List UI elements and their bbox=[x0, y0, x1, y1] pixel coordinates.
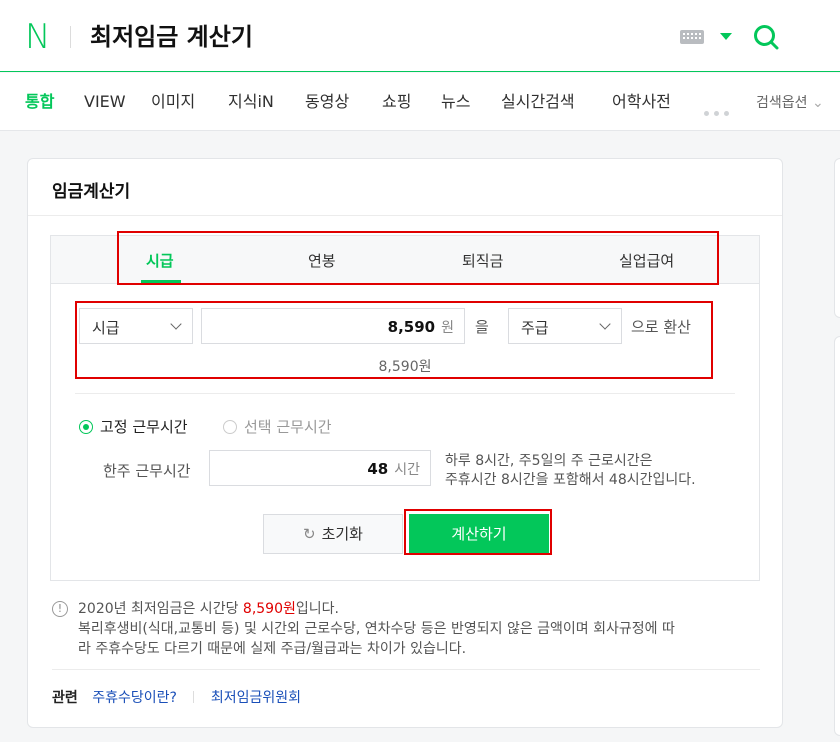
active-tab-indicator bbox=[141, 280, 181, 283]
weekly-hours-description: 하루 8시간, 주5일의 주 근로시간은 주휴시간 8시간을 포함해서 48시간… bbox=[445, 452, 696, 490]
radio-unchecked-icon bbox=[223, 420, 237, 434]
tab-annual[interactable]: 연봉 bbox=[308, 250, 336, 271]
tab-hourly[interactable]: 시급 bbox=[146, 250, 174, 271]
calculator-box: 시급 연봉 퇴직금 실업급여 시급 8,590 원 을 주급 으로 환산 8,59… bbox=[50, 235, 760, 581]
info-icon: ! bbox=[52, 601, 68, 617]
search-query-text[interactable]: 최저임금 계산기 bbox=[90, 20, 253, 54]
nav-tab-realtime[interactable]: 실시간검색 bbox=[501, 91, 575, 113]
link-minimum-wage-commission[interactable]: 최저임금위원회 bbox=[211, 690, 301, 706]
card-title: 임금계산기 bbox=[52, 182, 131, 202]
amount-value: 8,590 bbox=[387, 318, 436, 336]
chevron-down-icon: ⌄ bbox=[811, 95, 824, 111]
notice-wage-highlight: 8,590원 bbox=[242, 601, 296, 617]
from-unit-value: 시급 bbox=[92, 319, 120, 337]
weekly-hours-value: 48 bbox=[367, 460, 389, 478]
nav-tab-view[interactable]: VIEW bbox=[84, 91, 126, 113]
to-unit-select[interactable]: 주급 bbox=[508, 308, 622, 344]
hours-unit: 시간 bbox=[394, 462, 420, 478]
logo-divider bbox=[70, 26, 71, 48]
divider bbox=[28, 215, 782, 216]
notice-prefix: 2020년 최저임금은 시간당 bbox=[78, 601, 243, 617]
header: N 최저임금 계산기 bbox=[0, 0, 840, 72]
keyboard-icon[interactable] bbox=[680, 30, 704, 44]
description-line-2: 주휴시간 8시간을 포함해서 48시간입니다. bbox=[445, 472, 696, 488]
weekly-hours-input[interactable]: 48 시간 bbox=[209, 450, 431, 486]
convert-suffix-label: 으로 환산 bbox=[631, 318, 691, 336]
reset-label: 초기화 bbox=[321, 525, 363, 543]
nav-tab-kin[interactable]: 지식iN bbox=[228, 91, 274, 113]
nav-tab-news[interactable]: 뉴스 bbox=[441, 91, 470, 113]
calculator-tabs: 시급 연봉 퇴직금 실업급여 bbox=[51, 236, 759, 284]
to-unit-value: 주급 bbox=[521, 319, 549, 337]
notice-line-2: 복리후생비(식대,교통비 등) 및 시간외 근로수당, 연차수당 등은 반영되지… bbox=[78, 621, 675, 637]
particle-label: 을 bbox=[475, 318, 489, 336]
weekly-hours-label: 한주 근무시간 bbox=[103, 462, 191, 480]
tab-unemployment[interactable]: 실업급여 bbox=[619, 250, 674, 271]
link-separator bbox=[193, 691, 195, 703]
related-links: 관련 주휴수당이란? 최저임금위원회 bbox=[52, 687, 301, 707]
search-tabs-nav: 통합 VIEW 이미지 지식iN 동영상 쇼핑 뉴스 실시간검색 어학사전 검색… bbox=[0, 73, 840, 131]
radio-select-label: 선택 근무시간 bbox=[244, 418, 332, 436]
notice-line-3: 라 주휴수당도 다르기 때문에 실제 주급/월급과는 차이가 있습니다. bbox=[78, 641, 467, 657]
conversion-result: 8,590원 bbox=[378, 359, 432, 375]
search-option-button[interactable]: 검색옵션 ⌄ bbox=[756, 93, 824, 113]
radio-fixed-label: 고정 근무시간 bbox=[100, 418, 188, 436]
reset-button[interactable]: ↻ 초기화 bbox=[263, 514, 403, 554]
nav-tab-image[interactable]: 이미지 bbox=[151, 91, 195, 113]
from-unit-select[interactable]: 시급 bbox=[79, 308, 193, 344]
nav-tab-integrated[interactable]: 통합 bbox=[25, 91, 54, 113]
more-dots-icon[interactable] bbox=[704, 101, 734, 120]
minimum-wage-notice: ! 2020년 최저임금은 시간당 8,590원입니다. 복리후생비(식대,교통… bbox=[52, 599, 762, 659]
refresh-icon: ↻ bbox=[303, 525, 316, 543]
link-weekly-holiday-pay[interactable]: 주휴수당이란? bbox=[92, 690, 177, 706]
amount-input[interactable]: 8,590 원 bbox=[201, 308, 465, 344]
description-line-1: 하루 8시간, 주5일의 주 근로시간은 bbox=[445, 453, 653, 469]
notice-suffix: 입니다. bbox=[295, 601, 339, 617]
wage-calculator-card: 임금계산기 시급 연봉 퇴직금 실업급여 시급 8,590 원 을 주급 으로 환… bbox=[27, 158, 783, 728]
tab-severance[interactable]: 퇴직금 bbox=[462, 250, 503, 271]
naver-logo[interactable]: N bbox=[25, 18, 50, 56]
related-label: 관련 bbox=[52, 690, 78, 706]
caret-down-icon[interactable] bbox=[720, 33, 732, 40]
divider bbox=[52, 669, 760, 670]
side-panel-edge bbox=[834, 158, 840, 318]
radio-select-hours[interactable]: 선택 근무시간 bbox=[223, 416, 332, 437]
divider bbox=[75, 393, 735, 394]
nav-tab-video[interactable]: 동영상 bbox=[305, 91, 349, 113]
currency-unit: 원 bbox=[441, 320, 454, 336]
search-icon[interactable] bbox=[753, 24, 779, 50]
search-option-label: 검색옵션 bbox=[756, 95, 808, 111]
calculate-button[interactable]: 계산하기 bbox=[409, 514, 549, 554]
nav-tab-shopping[interactable]: 쇼핑 bbox=[382, 91, 411, 113]
chevron-down-icon bbox=[170, 318, 182, 330]
radio-checked-icon bbox=[79, 420, 93, 434]
radio-fixed-hours[interactable]: 고정 근무시간 bbox=[79, 416, 188, 437]
side-panel-edge bbox=[834, 336, 840, 736]
nav-tab-dictionary[interactable]: 어학사전 bbox=[612, 91, 671, 113]
chevron-down-icon bbox=[599, 318, 611, 330]
